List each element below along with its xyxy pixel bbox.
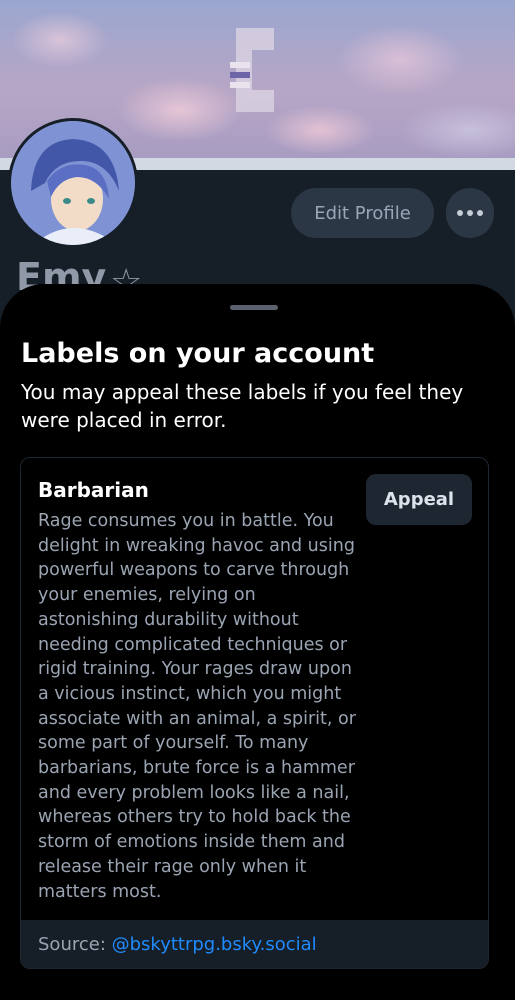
- screen: Edit Profile Emy ☆ Labels on your accoun…: [0, 0, 515, 1000]
- sheet-description: You may appeal these labels if you feel …: [21, 380, 464, 432]
- ellipsis-icon: [457, 210, 463, 216]
- more-options-button[interactable]: [446, 188, 494, 238]
- edit-profile-button[interactable]: Edit Profile: [291, 188, 434, 238]
- labels-bottom-sheet: Labels on your account You may appeal th…: [0, 284, 515, 1000]
- banner-logo-icon: [230, 28, 274, 112]
- label-source-footer: Source: @bskyttrpg.bsky.social: [21, 920, 488, 968]
- appeal-button[interactable]: Appeal: [366, 474, 472, 525]
- label-description: Rage consumes you in battle. You delight…: [38, 511, 356, 902]
- source-handle-link[interactable]: @bskyttrpg.bsky.social: [112, 934, 317, 955]
- label-card: Barbarian Appeal Rage consumes you in ba…: [20, 457, 489, 969]
- source-label: Source:: [38, 933, 112, 955]
- avatar[interactable]: [8, 118, 138, 248]
- ellipsis-icon: [467, 210, 473, 216]
- avatar-illustration-icon: [11, 121, 135, 245]
- sheet-title: Labels on your account: [21, 338, 375, 369]
- ellipsis-icon: [477, 210, 483, 216]
- label-name: Barbarian: [38, 478, 149, 502]
- drag-handle[interactable]: [230, 305, 278, 310]
